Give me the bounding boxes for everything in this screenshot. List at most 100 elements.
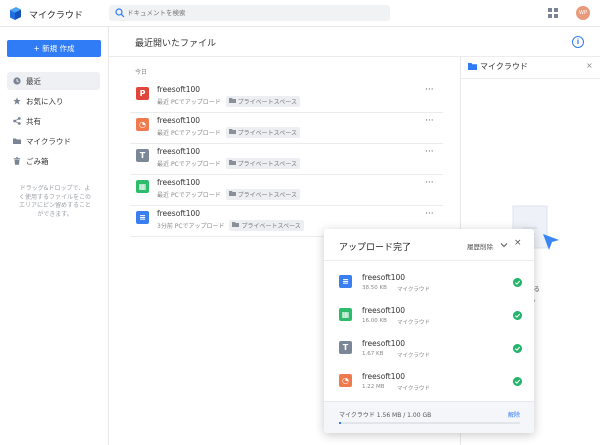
- sidebar-item-favorites[interactable]: お気に入り: [7, 92, 100, 110]
- file-name: freesoft100: [157, 85, 201, 94]
- app-logo-icon[interactable]: [9, 7, 22, 20]
- file-action: PCでアップロード: [170, 130, 221, 137]
- new-create-button[interactable]: + 新規 作成: [7, 40, 101, 57]
- upload-file-size: 1.67 KB: [362, 351, 384, 357]
- sidebar: + 新規 作成 最近 お気に入り 共有 マイクラウド ごみ箱 ドラッグ&ドロップ…: [0, 27, 109, 445]
- sidebar-item-label: マイクラウド: [26, 137, 71, 146]
- search-input[interactable]: [127, 6, 377, 20]
- avatar[interactable]: WP: [576, 6, 590, 20]
- upload-file-size: 38.50 KB: [362, 285, 387, 291]
- top-bar: マイクラウド WP: [0, 0, 600, 27]
- folder-icon: [468, 63, 477, 70]
- more-options-icon[interactable]: ···: [425, 147, 434, 157]
- upload-file-location: マイクラウド: [397, 386, 430, 392]
- location-badge: プライベートスペース: [225, 127, 300, 138]
- text-file-icon: T: [136, 149, 149, 162]
- clear-history-button[interactable]: 履歴削除: [467, 241, 493, 251]
- sidebar-item-shared[interactable]: 共有: [7, 112, 100, 130]
- info-icon[interactable]: i: [572, 36, 584, 48]
- quota-progress-bar: [339, 422, 520, 424]
- upload-complete-dialog: アップロード完了 履歴削除 × ≡ freesoft100 38.50 KB マ…: [324, 229, 534, 433]
- file-action: PCでアップロード: [170, 192, 221, 199]
- upload-file-name: freesoft100: [362, 372, 406, 381]
- clock-icon: [13, 77, 21, 85]
- sheet-file-icon: ▦: [136, 180, 149, 193]
- folder-icon: [228, 160, 236, 165]
- file-location: プライベートスペース: [237, 192, 297, 199]
- sidebar-item-label: 共有: [26, 117, 41, 126]
- file-action: PCでアップロード: [174, 223, 225, 230]
- page-title: 最近開いたファイル: [135, 39, 217, 49]
- sheet-file-icon: ▦: [339, 308, 352, 321]
- more-options-icon[interactable]: ···: [425, 116, 434, 126]
- search-icon: [115, 8, 125, 18]
- quota-footer: マイクラウド 1.56 MB / 1.00 GB 解除: [324, 401, 534, 433]
- success-check-icon: [513, 278, 522, 287]
- folder-icon: [13, 138, 21, 144]
- sidebar-item-trash[interactable]: ごみ箱: [7, 152, 100, 170]
- text-file-icon: T: [339, 341, 352, 354]
- upload-list[interactable]: ≡ freesoft100 38.50 KB マイクラウド ▦ freesoft…: [324, 261, 534, 401]
- pdf-file-icon: P: [136, 87, 149, 100]
- more-options-icon[interactable]: ···: [425, 178, 434, 188]
- close-icon[interactable]: ×: [514, 238, 522, 248]
- folder-icon: [228, 129, 236, 134]
- upload-item[interactable]: ≡ freesoft100 38.50 KB マイクラウド: [324, 267, 534, 299]
- file-meta: 最近 PCでアップロード プライベートスペース: [157, 158, 300, 169]
- upload-item[interactable]: ◔ freesoft100 1.22 MB マイクラウド: [324, 366, 534, 398]
- file-time: 最近: [157, 161, 170, 168]
- file-meta: 最近 PCでアップロード プライベートスペース: [157, 189, 300, 200]
- sidebar-item-label: ごみ箱: [26, 157, 49, 166]
- star-icon: [13, 97, 21, 105]
- file-row[interactable]: ◔ freesoft100 最近 PCでアップロード プライベートスペース ··…: [130, 114, 443, 144]
- section-label: 今日: [135, 69, 148, 76]
- divider: [461, 78, 600, 79]
- file-row[interactable]: ▦ freesoft100 最近 PCでアップロード プライベートスペース ··…: [130, 176, 443, 206]
- upload-file-location: マイクラウド: [397, 353, 430, 359]
- upload-file-location: マイクラウド: [397, 287, 430, 293]
- success-check-icon: [513, 311, 522, 320]
- folder-icon: [228, 98, 236, 103]
- file-location: プライベートスペース: [241, 223, 301, 230]
- upload-item[interactable]: T freesoft100 1.67 KB マイクラウド: [324, 333, 534, 365]
- search-box[interactable]: [109, 5, 390, 21]
- file-time: 最近: [157, 99, 170, 106]
- file-meta: 3分前 PCでアップロード プライベートスペース: [157, 220, 304, 231]
- chevron-down-icon[interactable]: [500, 241, 508, 249]
- file-location: プライベートスペース: [237, 161, 297, 168]
- doc-file-icon: ≡: [339, 275, 352, 288]
- file-name: freesoft100: [157, 209, 201, 218]
- sidebar-item-recent[interactable]: 最近: [7, 72, 100, 90]
- file-time: 最近: [157, 130, 170, 137]
- upload-file-size: 16.00 KB: [362, 318, 387, 324]
- upload-item[interactable]: ▦ freesoft100 16.00 KB マイクラウド: [324, 300, 534, 332]
- folder-icon: [228, 191, 236, 196]
- file-name: freesoft100: [157, 116, 201, 125]
- slides-file-icon: ◔: [136, 118, 149, 131]
- app-title[interactable]: マイクラウド: [29, 8, 83, 21]
- file-row[interactable]: P freesoft100 最近 PCでアップロード プライベートスペース ··…: [130, 83, 443, 113]
- slides-file-icon: ◔: [339, 374, 352, 387]
- file-row[interactable]: T freesoft100 最近 PCでアップロード プライベートスペース ··…: [130, 145, 443, 175]
- file-name: freesoft100: [157, 147, 201, 156]
- dialog-title: アップロード完了: [339, 243, 412, 253]
- upload-file-name: freesoft100: [362, 273, 406, 282]
- apps-grid-icon[interactable]: [548, 8, 558, 18]
- success-check-icon: [513, 344, 522, 353]
- cancel-link[interactable]: 解除: [508, 410, 520, 419]
- doc-file-icon: ≡: [136, 211, 149, 224]
- sidebar-item-mycloud[interactable]: マイクラウド: [7, 132, 100, 150]
- location-badge: プライベートスペース: [225, 189, 300, 200]
- file-meta: 最近 PCでアップロード プライベートスペース: [157, 127, 300, 138]
- quota-progress-fill: [339, 422, 341, 424]
- more-options-icon[interactable]: ···: [425, 85, 434, 95]
- sidebar-item-label: お気に入り: [26, 97, 64, 106]
- upload-file-name: freesoft100: [362, 306, 406, 315]
- panel-title: マイクラウド: [480, 62, 528, 71]
- file-action: PCでアップロード: [170, 99, 221, 106]
- location-badge: プライベートスペース: [225, 96, 300, 107]
- more-options-icon[interactable]: ···: [425, 209, 434, 219]
- share-icon: [13, 117, 21, 125]
- folder-icon: [232, 222, 240, 227]
- close-icon[interactable]: ×: [586, 61, 593, 70]
